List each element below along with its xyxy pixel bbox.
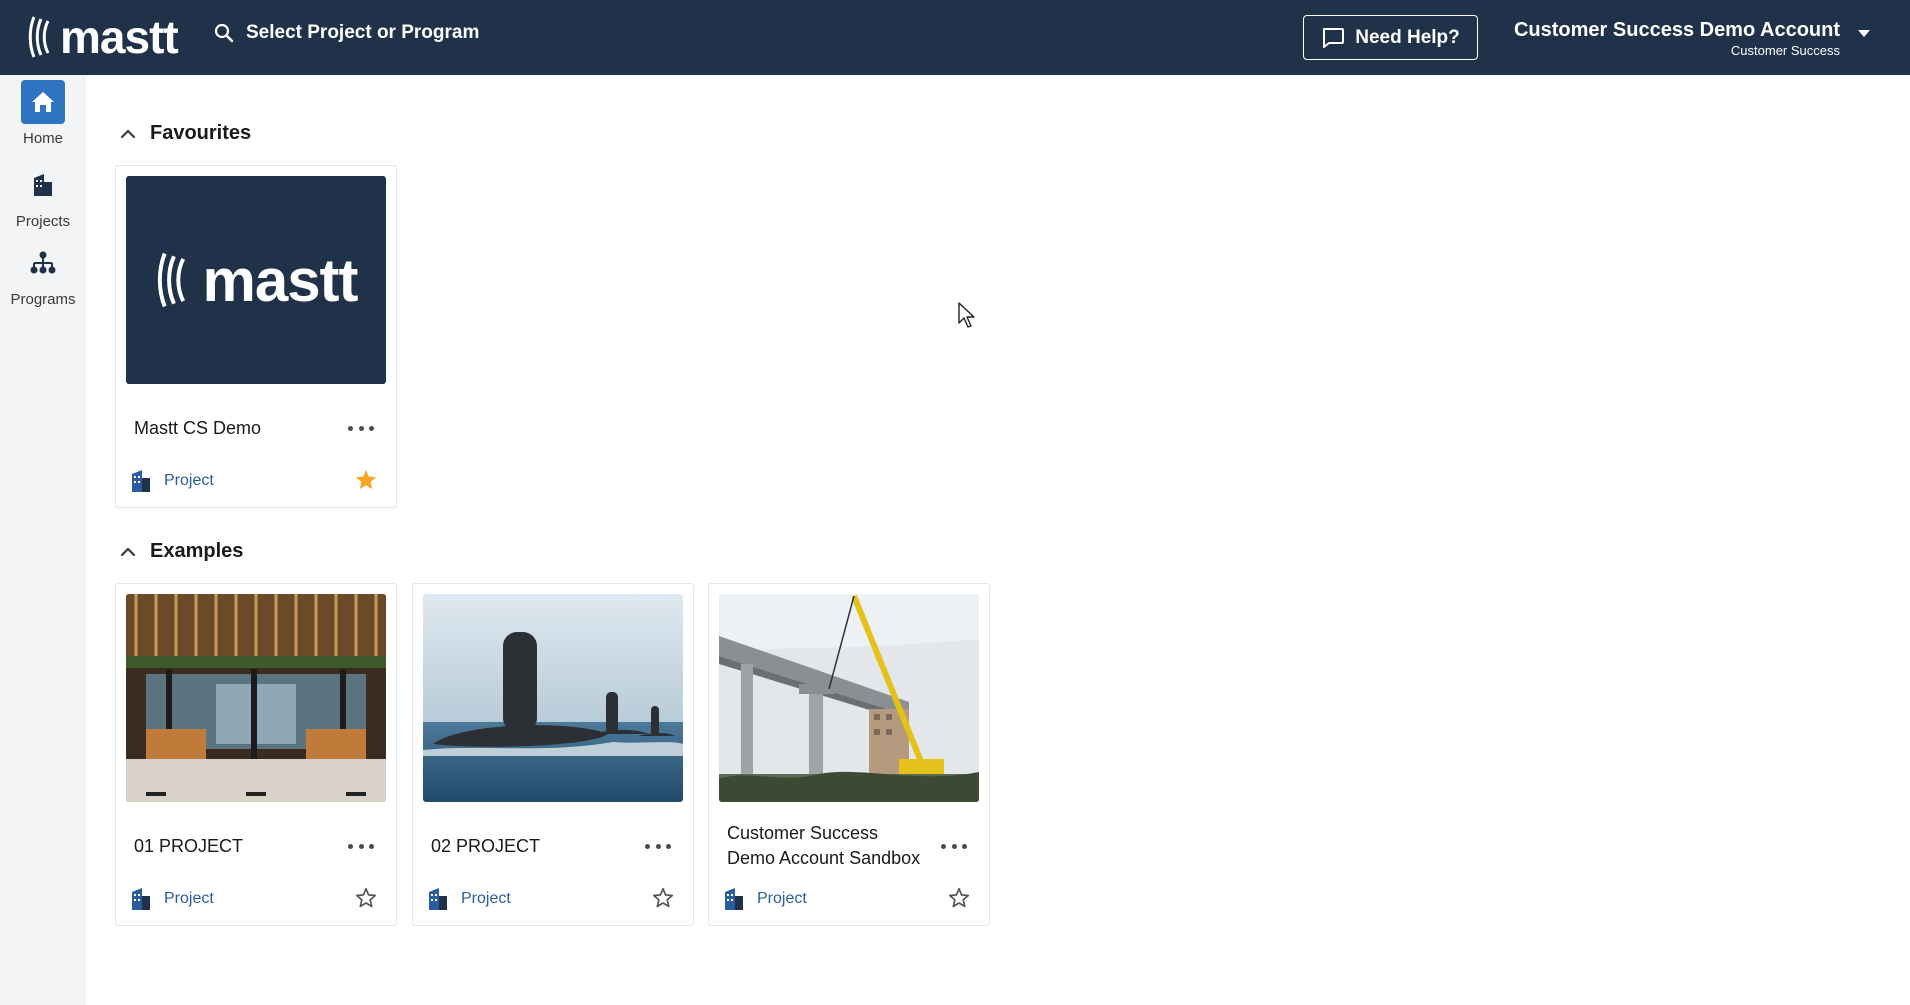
section-title: Examples bbox=[150, 540, 244, 562]
project-image-restaurant-interior bbox=[126, 594, 386, 802]
section-title: Favourites bbox=[150, 122, 252, 144]
more-options-button[interactable] bbox=[348, 839, 374, 853]
project-card[interactable]: mastt Mastt CS Demo Project bbox=[115, 165, 397, 508]
account-menu[interactable]: Customer Success Demo Account Customer S… bbox=[1514, 16, 1840, 58]
card-type-label: Project bbox=[164, 890, 214, 907]
dot bbox=[655, 843, 661, 849]
search-icon bbox=[214, 23, 234, 43]
dot bbox=[369, 425, 374, 431]
section-examples-toggle[interactable]: Examples bbox=[120, 540, 243, 563]
search-label: Select Project or Program bbox=[246, 22, 480, 43]
dot bbox=[645, 843, 650, 849]
project-search[interactable]: Select Project or Program bbox=[214, 22, 479, 44]
dot bbox=[358, 425, 364, 431]
sidebar-item-programs[interactable]: Programs bbox=[0, 241, 86, 308]
star-filled-icon[interactable] bbox=[354, 468, 378, 492]
mastt-logo-icon bbox=[158, 252, 186, 308]
sidebar-item-home[interactable]: Home bbox=[0, 80, 86, 147]
chevron-up-icon bbox=[120, 129, 136, 138]
dot bbox=[941, 843, 946, 849]
card-type-label: Project bbox=[164, 472, 214, 489]
card-title[interactable]: 02 PROJECT bbox=[431, 834, 540, 859]
dot bbox=[348, 843, 353, 849]
project-image-submarine bbox=[423, 594, 683, 802]
dot bbox=[951, 843, 957, 849]
more-options-button[interactable] bbox=[645, 839, 671, 853]
card-type-link[interactable]: Project bbox=[128, 886, 214, 912]
section-favourites-toggle[interactable]: Favourites bbox=[120, 122, 251, 145]
card-title[interactable]: Mastt CS Demo bbox=[134, 416, 261, 441]
building-icon bbox=[21, 163, 65, 207]
project-card[interactable]: 01 PROJECT Project bbox=[115, 583, 397, 926]
logo-text: mastt bbox=[60, 11, 179, 63]
dot bbox=[369, 843, 374, 849]
more-options-button[interactable] bbox=[941, 839, 967, 853]
building-icon bbox=[132, 888, 150, 910]
sidebar-item-label: Home bbox=[22, 130, 63, 147]
card-type-label: Project bbox=[461, 890, 511, 907]
need-help-label: Need Help? bbox=[1355, 26, 1460, 48]
building-icon bbox=[132, 470, 150, 492]
home-icon bbox=[21, 80, 65, 124]
building-icon bbox=[725, 888, 743, 910]
submarine-image bbox=[423, 594, 683, 802]
sidebar: Home Projects Programs bbox=[0, 75, 86, 1005]
card-type-label: Project bbox=[757, 890, 807, 907]
card-type-link[interactable]: Project bbox=[721, 886, 807, 912]
project-card[interactable]: 02 PROJECT Project bbox=[412, 583, 694, 926]
card-title[interactable]: 01 PROJECT bbox=[134, 834, 243, 859]
dot bbox=[962, 843, 967, 849]
mastt-logo[interactable]: mastt bbox=[28, 11, 179, 63]
sidebar-item-projects[interactable]: Projects bbox=[0, 163, 86, 230]
building-icon bbox=[429, 888, 447, 910]
star-outline-icon[interactable] bbox=[651, 886, 675, 910]
star-outline-icon[interactable] bbox=[354, 886, 378, 910]
star-outline-icon[interactable] bbox=[947, 886, 971, 910]
card-type-link[interactable]: Project bbox=[128, 468, 214, 494]
mouse-cursor-icon bbox=[958, 302, 975, 328]
project-image-mastt-logo: mastt bbox=[126, 176, 386, 384]
top-bar: mastt Select Project or Program Need Hel… bbox=[0, 0, 1910, 75]
sidebar-item-label: Projects bbox=[15, 213, 71, 230]
account-role: Customer Success bbox=[1730, 43, 1840, 58]
need-help-button[interactable]: Need Help? bbox=[1303, 15, 1478, 60]
crane-bridge-image bbox=[719, 594, 979, 802]
restaurant-interior-image bbox=[126, 594, 386, 802]
dot bbox=[348, 425, 353, 431]
mastt-logo-icon bbox=[28, 16, 50, 58]
project-image-crane-bridge bbox=[719, 594, 979, 802]
project-card[interactable]: Customer Success Demo Account Sandbox Pr… bbox=[708, 583, 990, 926]
dot bbox=[666, 843, 671, 849]
chevron-down-icon[interactable] bbox=[1858, 30, 1870, 37]
chat-bubble-icon bbox=[1323, 27, 1345, 48]
card-logo-text: mastt bbox=[202, 246, 358, 314]
more-options-button[interactable] bbox=[348, 421, 374, 435]
card-title[interactable]: Customer Success Demo Account Sandbox bbox=[727, 821, 927, 871]
hierarchy-icon bbox=[21, 241, 65, 285]
sidebar-item-label: Programs bbox=[10, 291, 76, 308]
account-name: Customer Success Demo Account bbox=[1513, 19, 1840, 41]
card-type-link[interactable]: Project bbox=[425, 886, 511, 912]
chevron-up-icon bbox=[120, 547, 136, 556]
dot bbox=[358, 843, 364, 849]
